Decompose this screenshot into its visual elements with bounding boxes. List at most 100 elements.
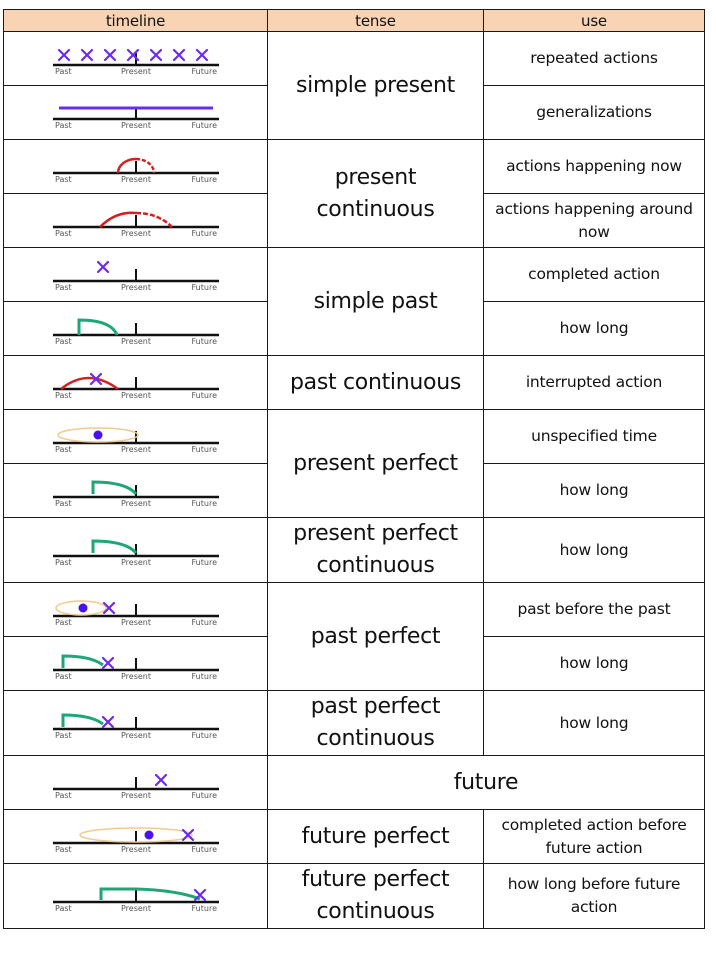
table-row: Past Present Future simple past completed … [3,247,705,356]
duration-line [99,887,201,901]
duration-line [91,539,137,555]
past-label: Past [55,845,72,854]
use-cell: repeated actions [483,31,705,86]
tense-cell: past perfect [267,582,484,691]
future-label: Future [191,791,217,800]
x-mark-icon [195,48,208,61]
present-label: Present [120,337,150,346]
x-mark-icon [57,48,70,61]
tense-cell: past continuous [267,355,484,410]
timeline-cell: Past Present Future [3,690,268,756]
timeline-diagram: Past Present Future [52,157,219,184]
past-label: Past [55,445,72,454]
future-label: Future [191,67,217,76]
table-row: Past Present Future past perfect past befo… [3,582,705,691]
tense-cell: present continuous [267,139,484,248]
past-label: Past [55,558,72,567]
future-label: Future [191,904,217,913]
x-mark-icon [103,48,116,61]
past-label: Past [55,337,72,346]
arc-dashed [135,211,173,228]
past-label: Past [55,672,72,681]
timeline-diagram: Past Present Future [52,317,219,346]
timeline-cell: Past Present Future [3,809,268,864]
tense-cell: present perfect [267,409,484,518]
duration-line [61,653,104,668]
arc-solid [116,157,136,173]
past-label: Past [55,121,72,130]
table-row: Past Present Future simple present repeate… [3,31,705,140]
timeline-cell: Past Present Future [3,863,268,929]
timeline-cell: Past Present Future [3,31,268,86]
timeline-cell: Past Present Future [3,139,268,194]
use-cell: actions happening around now [483,193,705,248]
header-timeline: timeline [3,9,268,32]
header-row: timeline tense use [3,9,705,32]
timeline-diagram: Past Present Future [52,106,219,130]
timeline-diagram: Past Present Future [52,826,219,854]
use-cell: how long [483,301,705,356]
future-label: Future [191,618,217,627]
timeline-cell: Past Present Future [3,85,268,140]
use-cell: how long [483,517,705,583]
table-row: Past Present Future future [3,755,705,810]
present-label: Present [120,558,150,567]
use-cell: actions happening now [483,139,705,194]
x-mark-icon [96,260,109,273]
event-dot [93,430,102,439]
duration-line [77,317,118,336]
timeline-diagram: Past Present Future [52,260,219,292]
timeline-diagram: Past Present Future [52,539,219,567]
table-row: Past Present Future present perfect contin… [3,517,705,583]
timeline-diagram: Past Present Future [52,211,219,238]
past-label: Past [55,175,72,184]
timeline-diagram: Past Present Future [52,887,219,913]
tense-cell: present perfect continuous [267,517,484,583]
tense-cell: past perfect continuous [267,690,484,756]
timeline-cell: Past Present Future [3,636,268,691]
x-mark-icon [80,48,93,61]
present-label: Present [120,175,150,184]
future-label: Future [191,558,217,567]
table-row: Past Present Future past continuous interr… [3,355,705,410]
future-label: Future [191,845,217,854]
tense-cell: future perfect continuous [267,863,484,929]
interrupted-arc [59,376,119,390]
use-cell: past before the past [483,582,705,637]
tense-table: timeline tense use Past Present Future sim… [3,9,705,929]
header-use: use [483,9,705,32]
present-label: Present [120,229,150,238]
present-label: Present [120,618,150,627]
tense-cell: simple past [267,247,484,356]
timeline-cell: Past Present Future [3,517,268,583]
header-tense: tense [267,9,484,32]
timeline-cell: Past Present Future [3,355,268,410]
timeline-diagram: Past Present Future [52,426,219,454]
future-label: Future [191,229,217,238]
past-label: Past [55,791,72,800]
timeline-cell: Past Present Future [3,755,268,810]
table-row: Past Present Future future perfect continu… [3,863,705,929]
future-label: Future [191,731,217,740]
event-dot [78,603,87,612]
present-label: Present [120,499,150,508]
table-row: Past Present Future future perfect complet… [3,809,705,864]
present-label: Present [120,445,150,454]
present-label: Present [120,391,150,400]
present-label: Present [120,731,150,740]
duration-line [91,479,137,495]
use-cell: completed action [483,247,705,302]
future-label: Future [191,499,217,508]
use-cell: how long before future action [483,863,705,929]
future-label: Future [191,121,217,130]
timeline-diagram: Past Present Future [52,713,219,740]
past-label: Past [55,499,72,508]
future-label: Future [191,175,217,184]
future-label: Future [191,283,217,292]
timeline-cell: Past Present Future [3,582,268,637]
past-label: Past [55,283,72,292]
past-label: Past [55,904,72,913]
table-row: Past Present Future present perfect unspec… [3,409,705,518]
timeline-cell: Past Present Future [3,301,268,356]
past-label: Past [55,391,72,400]
